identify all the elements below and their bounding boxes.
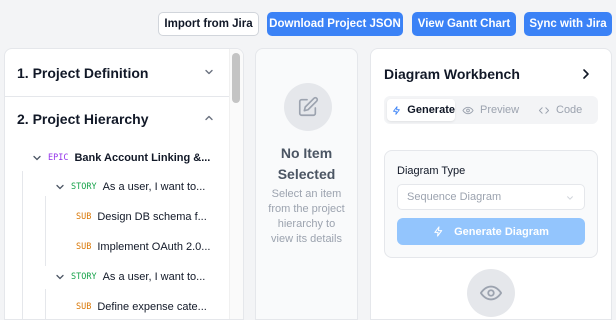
lightning-icon: [434, 226, 443, 237]
section-project-hierarchy[interactable]: 2. Project Hierarchy: [5, 95, 229, 143]
download-project-json-button[interactable]: Download Project JSON: [267, 12, 403, 36]
empty-state-description: Select an item from the project hierarch…: [268, 188, 345, 245]
tree-item-label: Bank Account Linking &...: [74, 152, 211, 164]
chevron-right-icon[interactable]: [581, 68, 591, 80]
story-tag: STORY: [71, 182, 97, 192]
workbench-title: Diagram Workbench: [384, 66, 520, 82]
chevron-down-icon[interactable]: [55, 182, 65, 192]
tree-guide: [45, 196, 46, 266]
subtask-tag: SUB: [76, 302, 92, 312]
tree-item-epic[interactable]: EPIC Bank Account Linking &...: [32, 147, 210, 169]
eye-icon: [462, 106, 474, 114]
chevron-down-icon[interactable]: [55, 272, 65, 282]
section-title: 1. Project Definition: [17, 64, 149, 81]
tab-label: Preview: [480, 104, 520, 116]
tab-preview[interactable]: Preview: [462, 99, 528, 121]
tree-item-label: As a user, I want to...: [102, 271, 206, 283]
project-panel: 1. Project Definition 2. Project Hierarc…: [4, 48, 244, 320]
diagram-type-label: Diagram Type: [397, 165, 466, 177]
generate-diagram-label: Generate Diagram: [454, 225, 549, 238]
scrollbar[interactable]: [229, 49, 243, 319]
chevron-up-icon: [205, 115, 213, 121]
scrollbar-thumb[interactable]: [232, 53, 240, 103]
diagram-type-value: Sequence Diagram: [407, 191, 502, 203]
item-detail-panel: No Item Selected Select an item from the…: [255, 48, 358, 320]
tab-label: Code: [556, 104, 583, 116]
tree-item-label: Design DB schema f...: [97, 211, 207, 223]
empty-state-icon-bg: [284, 83, 332, 131]
chevron-down-icon: [205, 69, 213, 75]
view-gantt-chart-button[interactable]: View Gantt Chart: [412, 12, 516, 36]
tree-item-subtask[interactable]: SUB Design DB schema f...: [76, 206, 207, 228]
tree-item-subtask[interactable]: SUB Define expense cate...: [76, 296, 207, 318]
tree-item-story[interactable]: STORY As a user, I want to...: [55, 176, 205, 198]
tree-item-subtask[interactable]: SUB Implement OAuth 2.0...: [76, 236, 210, 258]
chevron-down-icon: [567, 196, 573, 200]
edit-icon: [298, 96, 319, 117]
section-project-definition[interactable]: 1. Project Definition: [5, 49, 229, 97]
tab-generate[interactable]: Generate: [387, 99, 455, 121]
import-from-jira-button[interactable]: Import from Jira: [158, 12, 259, 36]
chevron-down-icon[interactable]: [32, 153, 42, 163]
diagram-type-select[interactable]: Sequence Diagram: [397, 184, 585, 210]
subtask-tag: SUB: [76, 212, 92, 222]
tree-guide: [45, 289, 46, 319]
tree-item-label: Define expense cate...: [97, 301, 207, 313]
workbench-tabs: Generate Preview Code: [384, 96, 598, 124]
story-tag: STORY: [71, 272, 97, 282]
tree-item-label: As a user, I want to...: [102, 181, 206, 193]
tree-item-story[interactable]: STORY As a user, I want to...: [55, 266, 205, 288]
epic-tag: EPIC: [48, 153, 69, 163]
tree-item-label: Implement OAuth 2.0...: [97, 241, 211, 253]
top-toolbar: Import from Jira Download Project JSON V…: [0, 12, 616, 36]
diagram-workbench-panel: Diagram Workbench Generate Preview Code …: [370, 48, 612, 320]
lightning-icon: [393, 105, 400, 115]
eye-icon: [480, 285, 502, 301]
diagram-type-card: Diagram Type Sequence Diagram Generate D…: [384, 150, 598, 258]
subtask-tag: SUB: [76, 242, 92, 252]
code-icon: [538, 106, 550, 114]
preview-placeholder: [467, 269, 515, 317]
tree-guide: [22, 171, 23, 319]
empty-state-title: No Item Selected: [277, 145, 336, 182]
generate-diagram-button[interactable]: Generate Diagram: [397, 218, 585, 245]
sync-with-jira-button[interactable]: Sync with Jira: [524, 12, 612, 36]
tab-label: Generate: [407, 104, 455, 116]
section-title: 2. Project Hierarchy: [17, 111, 149, 127]
tab-code[interactable]: Code: [538, 99, 594, 121]
